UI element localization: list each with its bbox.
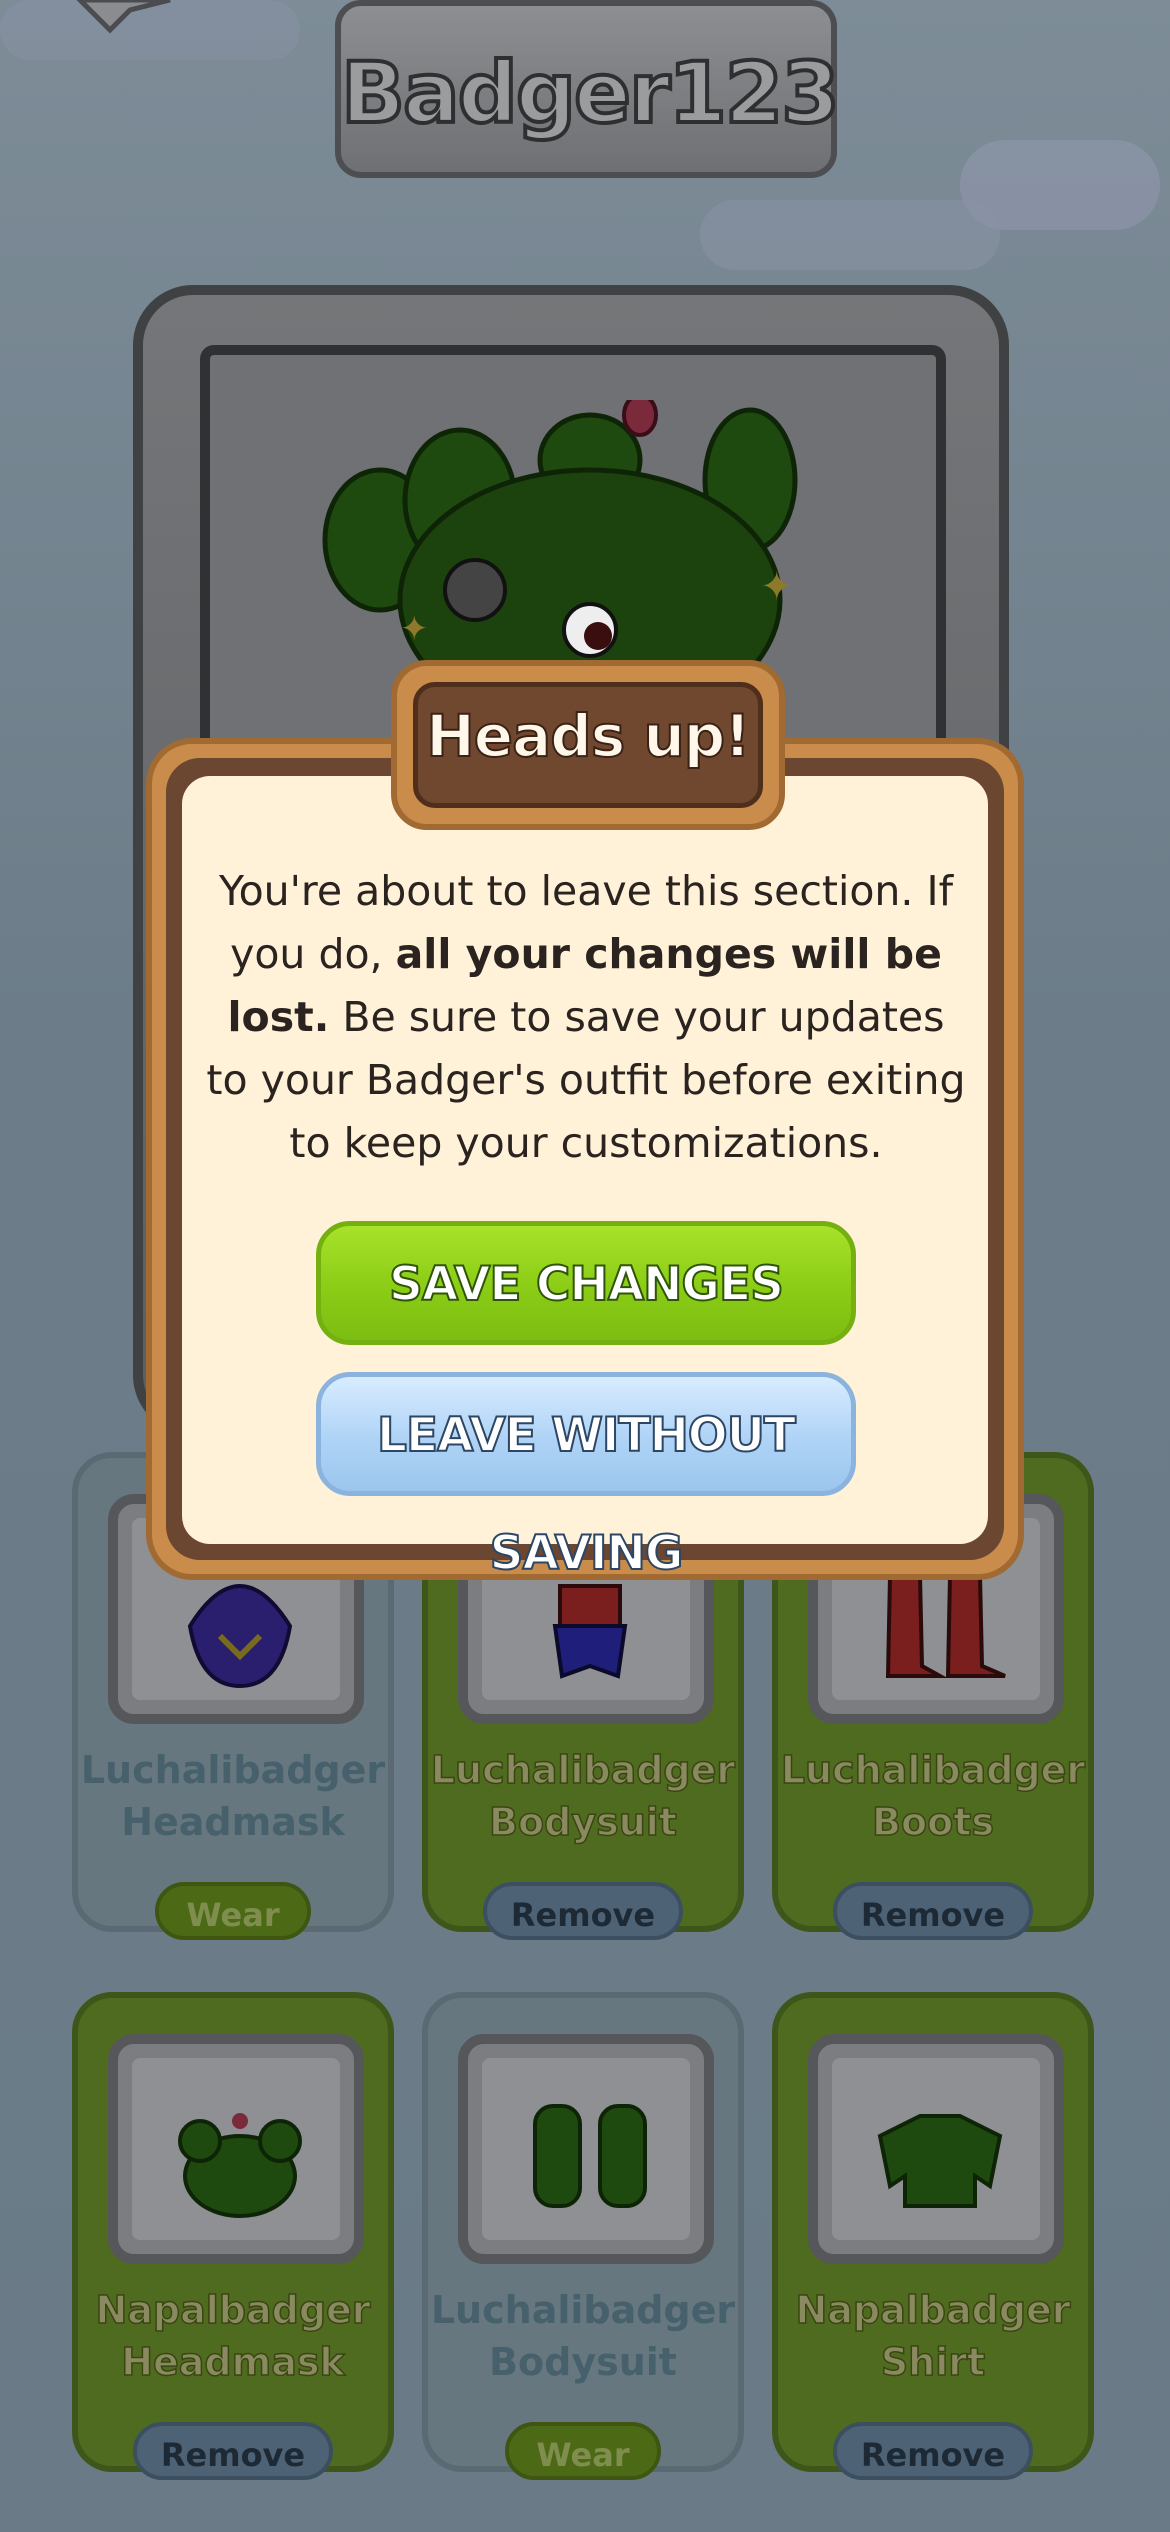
- leave-without-saving-button[interactable]: LEAVE WITHOUT SAVING: [316, 1372, 856, 1582]
- save-changes-button[interactable]: SAVE CHANGES: [316, 1221, 856, 1345]
- dialog-title-banner: Heads up!: [391, 660, 785, 830]
- dialog-title: Heads up!: [425, 701, 752, 771]
- dialog-message: You're about to leave this section. If y…: [206, 867, 966, 1167]
